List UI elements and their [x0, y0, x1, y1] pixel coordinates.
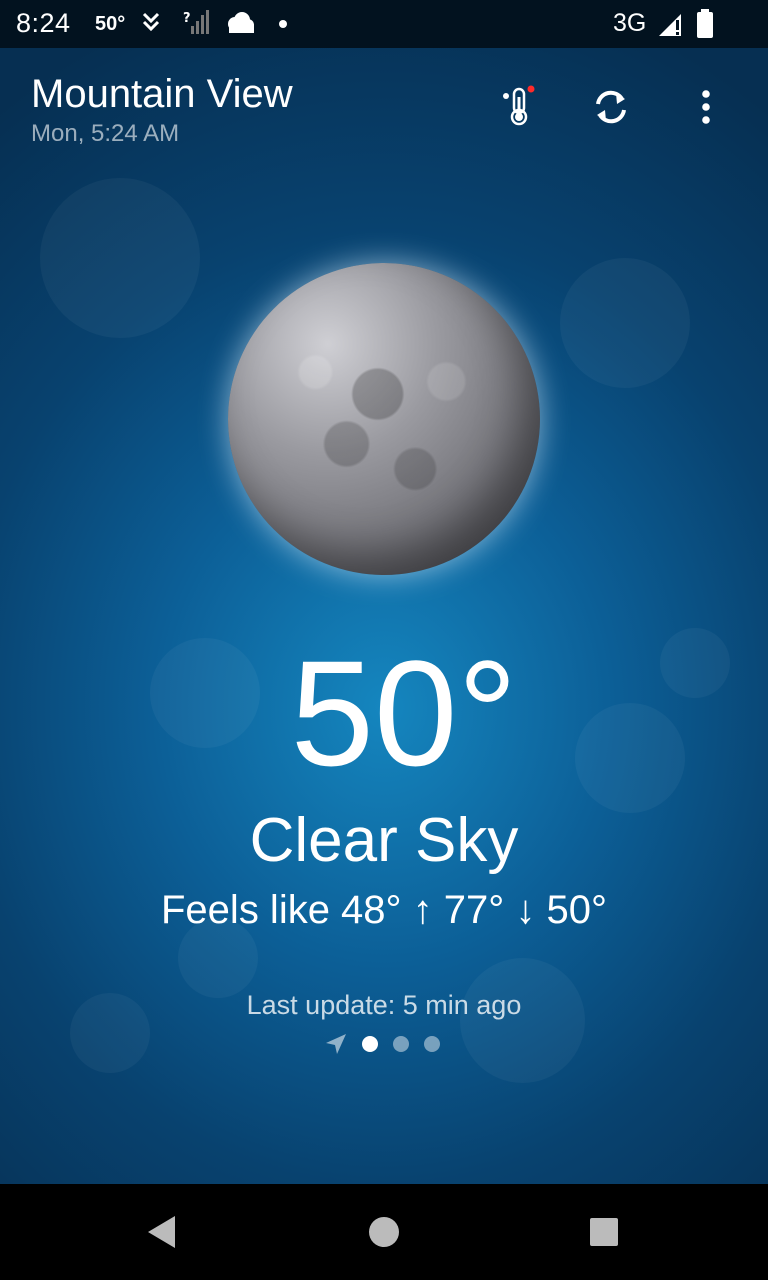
status-bar: 8:24 50° ? 3G: [0, 0, 768, 48]
weather-app: Mountain View Mon, 5:24 AM 50° Clear Sky…: [0, 48, 768, 1184]
status-time: 8:24: [16, 8, 71, 38]
overflow-menu-button[interactable]: [681, 82, 731, 132]
location-arrow-icon: [326, 1034, 346, 1054]
page-dot[interactable]: [424, 1036, 440, 1052]
home-circle-icon: [369, 1217, 399, 1247]
page-indicator[interactable]: [325, 1032, 440, 1056]
cloud-icon: [228, 12, 254, 33]
more-vert-icon: [702, 90, 710, 124]
thermometer-icon: [503, 85, 535, 126]
city-date: Mon, 5:24 AM: [31, 120, 180, 147]
weather-condition: Clear Sky: [249, 806, 519, 875]
current-temperature: 50°: [0, 638, 768, 788]
recents-button[interactable]: [584, 1212, 624, 1252]
refresh-button[interactable]: [586, 82, 636, 132]
page-dot[interactable]: [393, 1036, 409, 1052]
city-name[interactable]: Mountain View: [31, 72, 293, 117]
status-temperature: 50°: [95, 13, 126, 35]
page-dot-active[interactable]: [362, 1036, 378, 1052]
last-update: Last update: 5 min ago: [246, 990, 522, 1020]
recents-square-icon: [590, 1218, 618, 1246]
network-type: 3G: [613, 9, 647, 37]
no-signal-icon: ?: [183, 10, 209, 34]
back-triangle-icon: [148, 1216, 175, 1248]
temperature-unit-button[interactable]: [494, 82, 544, 132]
home-button[interactable]: [364, 1212, 404, 1252]
svg-text:?: ?: [183, 11, 191, 26]
notification-dot-icon: [279, 20, 287, 28]
bokeh-light: [560, 258, 690, 388]
bokeh-light: [40, 178, 200, 338]
cell-signal-icon: [659, 14, 681, 36]
refresh-icon: [596, 90, 626, 124]
moon-image: [228, 263, 540, 575]
current-temperature-value: 50°: [290, 629, 518, 797]
download-icon: [142, 12, 160, 32]
back-button[interactable]: [142, 1212, 182, 1252]
battery-icon: [697, 9, 713, 38]
feels-like-row: Feels like 48° ↑ 77° ↓ 50°: [161, 888, 607, 932]
navigation-bar: [0, 1184, 768, 1280]
weather-screen: 8:24 50° ? 3G Mountain View Mon, 5:24 AM…: [0, 0, 768, 1280]
